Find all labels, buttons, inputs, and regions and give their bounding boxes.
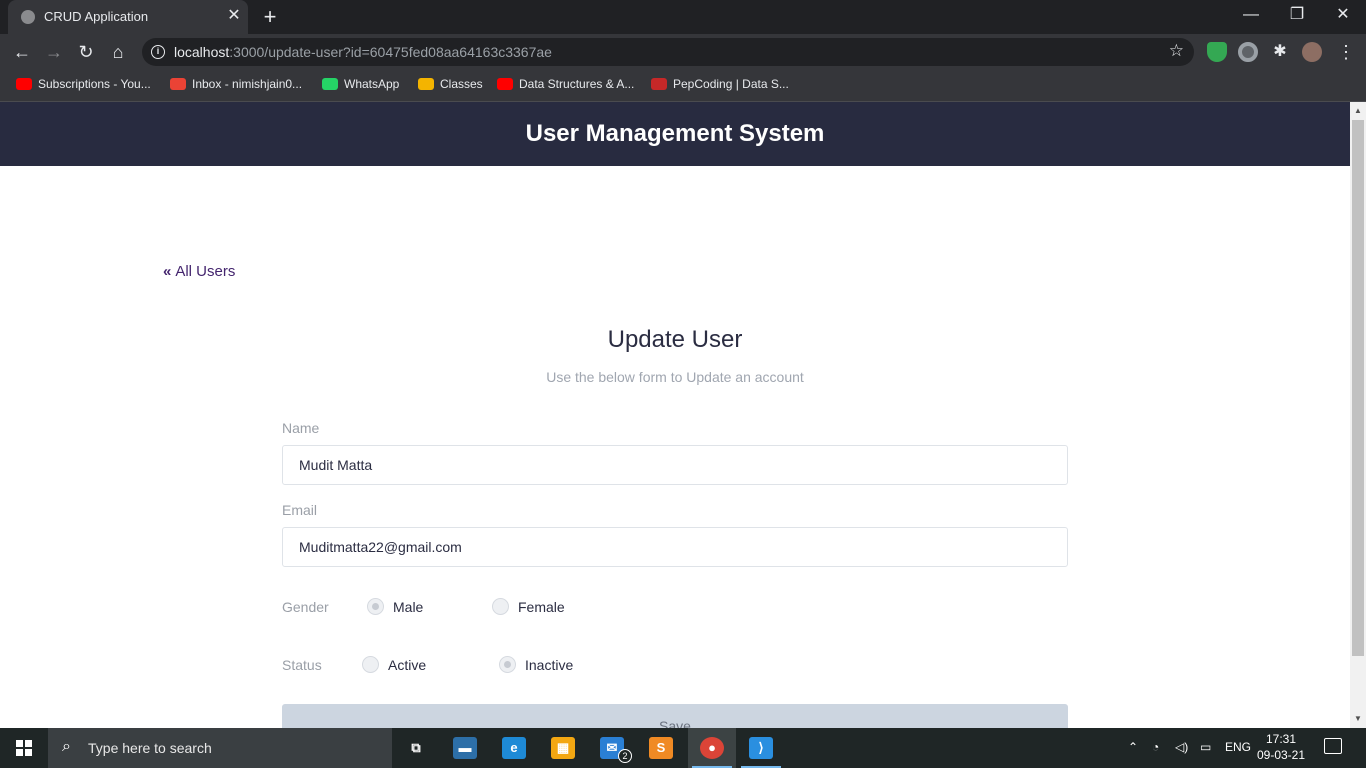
sublime-text-icon: S bbox=[649, 737, 673, 759]
url-text[interactable]: localhost:3000/update-user?id=60475fed08… bbox=[174, 44, 552, 60]
google-classroom-icon bbox=[418, 78, 434, 90]
gender-option-male[interactable]: Male bbox=[393, 599, 423, 615]
show-hidden-icons-chevron-icon[interactable]: ⌃ bbox=[1128, 740, 1138, 754]
browser-tab[interactable]: CRUD Application ✕ bbox=[8, 0, 248, 34]
status-option-inactive[interactable]: Inactive bbox=[525, 657, 573, 673]
file-explorer-button[interactable]: ▬ bbox=[441, 728, 489, 768]
gender-radio-male[interactable] bbox=[367, 598, 384, 615]
browser-toolbar: ← → ↻ ⌂ i localhost:3000/update-user?id=… bbox=[0, 34, 1366, 70]
globe-icon bbox=[21, 10, 35, 24]
reload-icon[interactable]: ↻ bbox=[74, 40, 98, 64]
bookmark-item[interactable]: WhatsApp bbox=[322, 77, 399, 95]
bookmark-star-icon[interactable]: ☆ bbox=[1169, 41, 1184, 61]
email-label: Email bbox=[282, 502, 318, 518]
clock-time: 17:31 bbox=[1265, 732, 1297, 746]
chrome-icon: ● bbox=[700, 737, 724, 759]
home-icon[interactable]: ⌂ bbox=[106, 40, 130, 64]
language-indicator[interactable]: ENG bbox=[1225, 740, 1251, 754]
app-title: User Management System bbox=[525, 120, 825, 147]
task-view-button[interactable]: ⧉ bbox=[392, 728, 440, 768]
gmail-icon bbox=[170, 78, 186, 90]
bookmark-item[interactable]: PepCoding | Data S... bbox=[651, 77, 789, 95]
youtube-icon bbox=[497, 78, 513, 90]
page-viewport: User Management System «All Users Update… bbox=[0, 102, 1350, 728]
bookmark-item[interactable]: Data Structures & A... bbox=[497, 77, 634, 95]
all-users-link[interactable]: «All Users bbox=[163, 263, 235, 280]
bookmarks-bar: Subscriptions - You... Inbox - nimishjai… bbox=[0, 70, 1366, 102]
edge-button[interactable]: e bbox=[490, 728, 538, 768]
app-header: User Management System bbox=[0, 102, 1350, 166]
puzzle-extensions-icon[interactable]: ✱ bbox=[1270, 42, 1290, 62]
page-scrollbar[interactable]: ▲ ▼ bbox=[1350, 102, 1366, 728]
vscode-icon: ⟩ bbox=[749, 737, 773, 759]
email-input[interactable] bbox=[282, 527, 1068, 567]
status-option-active[interactable]: Active bbox=[388, 657, 426, 673]
tab-close-icon[interactable]: ✕ bbox=[224, 5, 244, 27]
scroll-down-arrow-icon[interactable]: ▼ bbox=[1350, 712, 1366, 726]
shield-extension-icon[interactable] bbox=[1207, 42, 1227, 62]
gender-option-female[interactable]: Female bbox=[518, 599, 565, 615]
bookmark-item[interactable]: Classes bbox=[418, 77, 483, 95]
mail-button[interactable]: ✉ 2 bbox=[588, 728, 636, 768]
restore-button[interactable]: ❐ bbox=[1274, 0, 1320, 30]
profile-avatar-icon[interactable] bbox=[1302, 42, 1322, 62]
site-info-icon[interactable]: i bbox=[151, 45, 165, 59]
notifications-icon[interactable] bbox=[1324, 738, 1342, 754]
whatsapp-icon bbox=[322, 78, 338, 90]
wifi-icon[interactable]: ◔ bbox=[1152, 740, 1159, 754]
vscode-button[interactable]: ⟩ bbox=[737, 728, 785, 768]
taskbar-search-box[interactable]: ⌕ Type here to search bbox=[48, 728, 392, 768]
extension-circle-icon[interactable] bbox=[1238, 42, 1258, 62]
battery-icon[interactable]: ▭ bbox=[1200, 740, 1211, 754]
status-radio-inactive[interactable] bbox=[499, 656, 516, 673]
edge-icon: e bbox=[502, 737, 526, 759]
name-input[interactable] bbox=[282, 445, 1068, 485]
search-icon: ⌕ bbox=[62, 738, 71, 755]
taskbar-search-placeholder: Type here to search bbox=[88, 740, 212, 756]
volume-icon[interactable]: ◁) bbox=[1175, 740, 1188, 754]
browser-tabbar: CRUD Application ✕ + — ❐ ✕ bbox=[0, 0, 1366, 34]
status-label: Status bbox=[282, 657, 322, 673]
task-view-icon: ⧉ bbox=[404, 737, 428, 759]
windows-logo-icon bbox=[16, 740, 32, 756]
status-radio-active[interactable] bbox=[362, 656, 379, 673]
save-button[interactable]: Save bbox=[282, 704, 1068, 728]
sublime-text-button[interactable]: S bbox=[637, 728, 685, 768]
mail-badge: 2 bbox=[618, 749, 632, 763]
back-arrow-icon[interactable]: ← bbox=[10, 40, 34, 64]
menu-kebab-icon[interactable]: ⋮ bbox=[1334, 40, 1358, 64]
youtube-icon bbox=[16, 78, 32, 90]
clock-date: 09-03-21 bbox=[1256, 748, 1306, 762]
pepcoding-icon bbox=[651, 78, 667, 90]
form-subtitle: Use the below form to Update an account bbox=[546, 369, 804, 385]
bookmark-item[interactable]: Subscriptions - You... bbox=[16, 77, 151, 95]
store-icon: ▦ bbox=[551, 737, 575, 759]
windows-taskbar: ⌕ Type here to search ⧉ ▬ e ▦ ✉ 2 S ● ⟩ … bbox=[0, 728, 1366, 768]
chrome-button[interactable]: ● bbox=[688, 728, 736, 768]
gender-radio-female[interactable] bbox=[492, 598, 509, 615]
gender-label: Gender bbox=[282, 599, 329, 615]
tab-title: CRUD Application bbox=[44, 9, 149, 24]
taskbar-clock[interactable]: 17:31 09-03-21 bbox=[1256, 731, 1306, 763]
scroll-up-arrow-icon[interactable]: ▲ bbox=[1350, 104, 1366, 118]
bookmark-item[interactable]: Inbox - nimishjain0... bbox=[170, 77, 302, 95]
name-label: Name bbox=[282, 420, 320, 436]
start-button[interactable] bbox=[0, 728, 48, 768]
address-bar[interactable]: i localhost:3000/update-user?id=60475fed… bbox=[142, 38, 1194, 66]
store-button[interactable]: ▦ bbox=[539, 728, 587, 768]
all-users-label: All Users bbox=[175, 263, 236, 280]
close-window-button[interactable]: ✕ bbox=[1320, 0, 1366, 30]
double-chevron-left-icon: « bbox=[163, 263, 172, 280]
scrollbar-thumb[interactable] bbox=[1352, 120, 1364, 656]
minimize-button[interactable]: — bbox=[1228, 0, 1274, 30]
forward-arrow-icon[interactable]: → bbox=[42, 40, 66, 64]
new-tab-button[interactable]: + bbox=[258, 4, 282, 30]
form-title: Update User bbox=[607, 326, 743, 353]
file-explorer-icon: ▬ bbox=[453, 737, 477, 759]
